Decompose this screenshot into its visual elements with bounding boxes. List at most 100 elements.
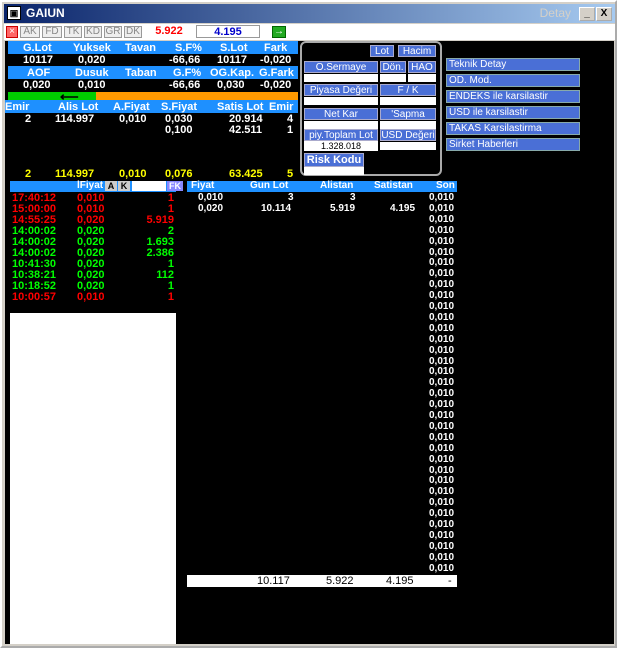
close-icon[interactable]: × <box>6 26 18 38</box>
son-value: 0,010 <box>429 279 455 291</box>
detail-popup: Lot Hacim O.Sermaye Dön. HAO Piyasa Değe… <box>300 41 442 176</box>
usd-value <box>380 142 436 150</box>
lot-button[interactable]: Lot <box>370 45 394 57</box>
val-gf: -66,66 <box>169 79 201 91</box>
don-button[interactable]: Dön. <box>380 61 406 73</box>
fk-button[interactable]: F / K <box>380 84 436 96</box>
menu-takas[interactable]: TAKAS Karsilastirma <box>446 122 580 135</box>
hacim-button[interactable]: Hacim <box>398 45 436 57</box>
hdr-dusuk: Dusuk <box>75 67 109 79</box>
val-fark: -0,020 <box>260 54 292 66</box>
son-value: 0,010 <box>429 290 455 302</box>
menu-sirket-haberleri[interactable]: Sirket Haberleri <box>446 138 580 151</box>
trades-hdr-k[interactable]: K <box>118 181 130 191</box>
main-window: ▣ GAIUN Detay _ X × AK FD TK KD GR DK 5.… <box>0 0 617 648</box>
pt-r2-fiyat: 0,020 <box>198 203 224 214</box>
son-value: 0,010 <box>429 551 455 563</box>
trade-row: 14:00:02 0,020 1.693 <box>10 236 176 248</box>
trades-hdr-blank <box>132 181 166 191</box>
trades-hdr-fiyat: lFiyat <box>77 180 104 191</box>
title-bar[interactable]: ▣ GAIUN Detay _ X <box>4 4 615 23</box>
depth-r1-emir: 2 <box>25 113 32 125</box>
pt-r1-alistan: 3 <box>350 192 356 203</box>
depth-hdr-emir2: Emir <box>269 101 294 113</box>
piytoplam-value: 1.328.018 <box>304 141 378 151</box>
hdr-aof: AOF <box>27 67 51 79</box>
price-table-totals <box>187 575 457 587</box>
hdr-gfark: G.Fark <box>259 67 294 79</box>
depth-hdr-emir: Emir <box>5 101 30 113</box>
son-value: 0,010 <box>429 192 455 203</box>
window-right-label: Detay <box>539 6 571 20</box>
depth-r2-sfiyat: 0,100 <box>165 124 193 136</box>
son-value: 0,010 <box>429 355 455 367</box>
trade-time: 10:00:57 <box>12 291 57 303</box>
hao-button[interactable]: HAO <box>408 61 436 73</box>
son-value: 0,010 <box>429 431 455 443</box>
depth-r2-satislot: 42.511 <box>229 124 263 136</box>
hdr-gf: G.F% <box>173 67 202 79</box>
pt-r2-gunlot: 10.114 <box>261 203 292 214</box>
pt-hdr-alistan: Alistan <box>320 180 354 191</box>
toolbar: × AK FD TK KD GR DK 5.922 4.195 → <box>4 24 615 40</box>
trades-hdr-fk[interactable]: FK <box>167 181 183 191</box>
son-value: 0,010 <box>429 475 455 487</box>
pt-r2-alistan: 5.919 <box>330 203 356 214</box>
depth-hdr-afiyat: A.Fiyat <box>113 101 150 113</box>
depth-hdr-alislot: Alis Lot <box>58 101 99 113</box>
son-value: 0,010 <box>429 301 455 312</box>
son-value: 0,010 <box>429 540 455 552</box>
depth-total-afiyat: 0,010 <box>119 168 147 180</box>
val-yuksek: 0,020 <box>78 54 106 66</box>
minimize-button[interactable]: _ <box>579 7 595 21</box>
trades-hdr-a[interactable]: A <box>105 181 117 191</box>
depth-hdr-satislot: Satis Lot <box>217 101 264 113</box>
sapma-value <box>380 121 436 129</box>
trade-row: 10:00:57 0,010 1 <box>10 291 176 303</box>
val-slot: 10117 <box>217 54 247 66</box>
pt-total-alistan: 5.922 <box>326 575 354 587</box>
toolbar-tk-button[interactable]: TK <box>64 26 82 38</box>
osermaye-button[interactable]: O.Sermaye <box>304 61 378 73</box>
depth-total-emir: 2 <box>25 168 32 180</box>
go-button[interactable]: → <box>272 26 286 38</box>
usd-degeri-button[interactable]: USD Değeri <box>380 129 436 141</box>
son-value: 0,010 <box>429 344 455 356</box>
son-value: 0,010 <box>429 213 455 225</box>
toolbar-gr-button[interactable]: GR <box>104 26 122 38</box>
son-value: 0,010 <box>429 442 455 454</box>
val-sf: -66,66 <box>169 54 201 66</box>
son-value: 0,010 <box>429 420 455 432</box>
main-panel: G.Lot Yuksek Tavan S.F% S.Lot Fark 10117… <box>5 41 614 644</box>
piyasa-degeri-button[interactable]: Piyasa Değeri <box>304 84 378 96</box>
menu-teknik-detay[interactable]: Teknik Detay <box>446 58 580 71</box>
son-value: 0,010 <box>429 519 455 530</box>
piytoplam-button[interactable]: piy.Toplam Lot <box>304 129 378 141</box>
toolbar-ak-button[interactable]: AK <box>20 26 40 38</box>
pt-r1-fiyat: 0,010 <box>198 192 224 203</box>
son-value: 0,010 <box>429 311 455 323</box>
close-button[interactable]: X <box>596 7 612 21</box>
son-value: 0,010 <box>429 202 455 214</box>
toolbar-fd-button[interactable]: FD <box>42 26 62 38</box>
trades-list: 17:40:12 0,010 1 15:00:00 0,010 1 14:55:25 0,02… <box>10 192 176 313</box>
netkar-button[interactable]: Net Kar <box>304 108 378 120</box>
pt-total-son: - <box>448 575 452 587</box>
son-value: 0,010 <box>429 246 455 258</box>
sapma-button[interactable]: 'Sapma <box>380 108 436 120</box>
son-value: 0,010 <box>429 268 455 280</box>
hdr-glot: G.Lot <box>23 42 52 54</box>
pt-hdr-son: Son <box>436 180 455 191</box>
pt-r2-satistan: 4.195 <box>390 203 416 214</box>
fk-value <box>380 97 436 105</box>
menu-od-mod[interactable]: OD. Mod. <box>446 74 580 87</box>
progress-bar-buy <box>8 92 96 100</box>
toolbar-dk-button[interactable]: DK <box>124 26 142 38</box>
menu-usd[interactable]: USD ile karsilastir <box>446 106 580 119</box>
val-glot: 10117 <box>23 54 53 66</box>
toolbar-kd-button[interactable]: KD <box>84 26 102 38</box>
piyasa-value <box>304 97 378 105</box>
hdr-tavan: Tavan <box>125 42 156 54</box>
menu-endeks[interactable]: ENDEKS ile karsilastir <box>446 90 580 103</box>
risk-kodu-button[interactable]: Risk Kodu <box>304 153 364 167</box>
